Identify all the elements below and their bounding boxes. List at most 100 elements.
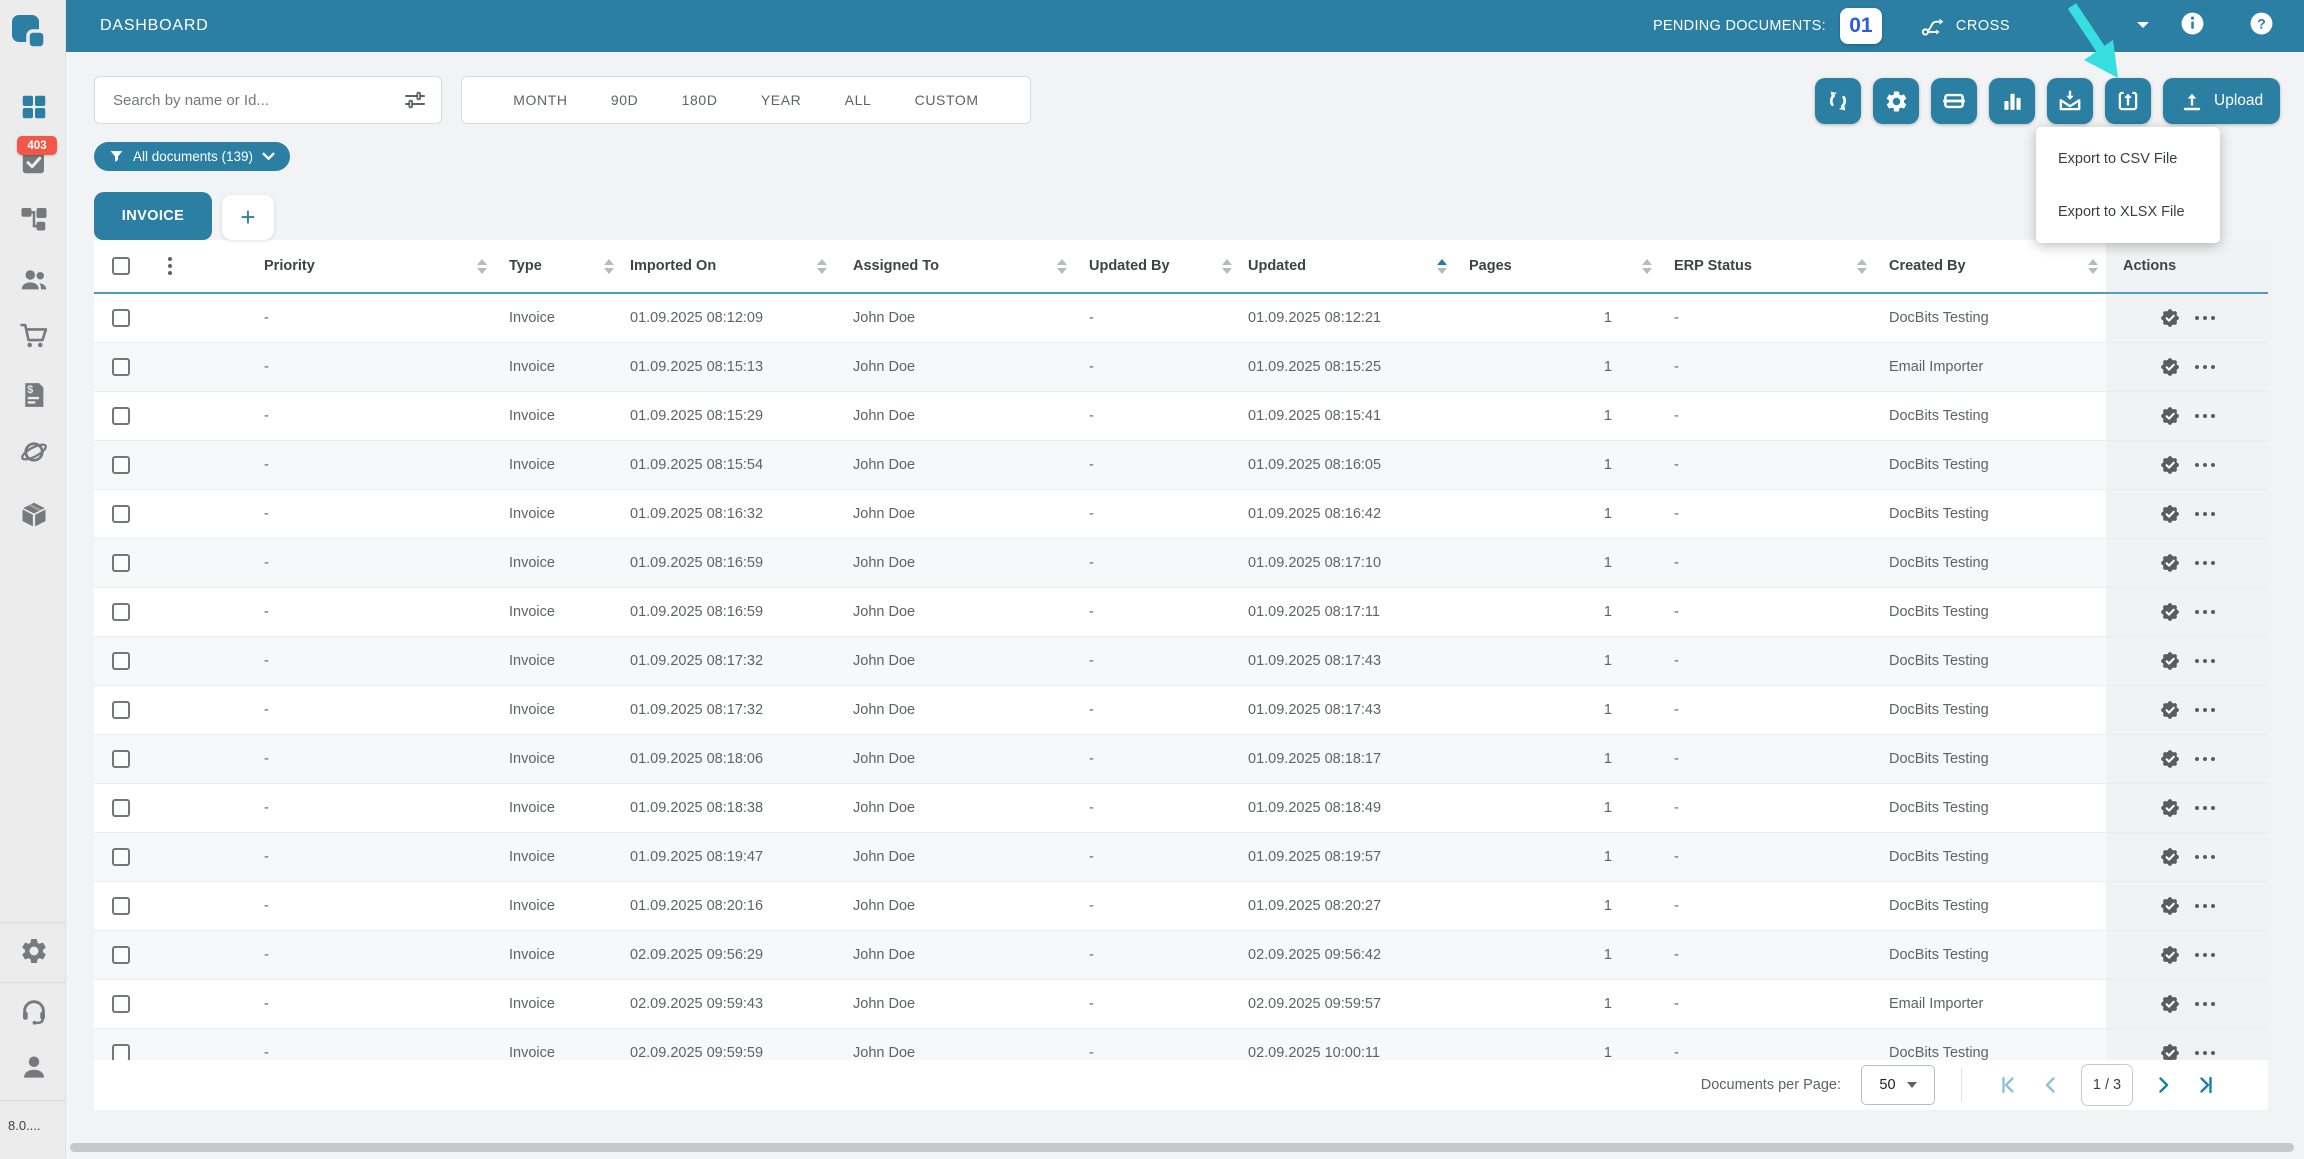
documents-filter-pill[interactable]: All documents (139) xyxy=(94,142,290,171)
row-checkbox[interactable] xyxy=(112,652,130,670)
row-checkbox[interactable] xyxy=(112,407,130,425)
column-header-priority[interactable]: Priority xyxy=(250,240,495,292)
verified-seal-icon[interactable] xyxy=(2159,454,2181,476)
tab-invoice[interactable]: INVOICE xyxy=(94,192,212,240)
analytics-button[interactable] xyxy=(1989,78,2035,124)
date-range-button[interactable]: YEAR xyxy=(761,92,802,108)
row-checkbox[interactable] xyxy=(112,799,130,817)
sidebar-item-workflow[interactable] xyxy=(19,203,49,233)
row-checkbox[interactable] xyxy=(112,897,130,915)
row-menu-icon[interactable] xyxy=(2195,855,2216,860)
prev-page-button[interactable] xyxy=(2039,1073,2063,1097)
table-row[interactable]: -Invoice02.09.2025 09:56:29John Doe-02.0… xyxy=(94,931,2268,980)
verified-seal-icon[interactable] xyxy=(2159,797,2181,819)
table-row[interactable]: -Invoice01.09.2025 08:20:16John Doe-01.0… xyxy=(94,882,2268,931)
date-range-button[interactable]: ALL xyxy=(845,92,872,108)
row-checkbox[interactable] xyxy=(112,701,130,719)
verified-seal-icon[interactable] xyxy=(2159,699,2181,721)
verified-seal-icon[interactable] xyxy=(2159,307,2181,329)
scan-button[interactable] xyxy=(1931,78,1977,124)
sidebar-item-support[interactable] xyxy=(19,996,49,1026)
row-menu-icon[interactable] xyxy=(2195,757,2216,762)
caret-down-icon[interactable] xyxy=(2136,17,2150,35)
brand-cross[interactable]: CROSS xyxy=(1920,13,2010,39)
table-row[interactable]: -Invoice01.09.2025 08:15:54John Doe-01.0… xyxy=(94,441,2268,490)
sort-icon[interactable] xyxy=(1222,259,1232,274)
help-icon[interactable]: ? xyxy=(2249,11,2274,41)
table-row[interactable]: -Invoice01.09.2025 08:15:29John Doe-01.0… xyxy=(94,392,2268,441)
row-menu-icon[interactable] xyxy=(2195,610,2216,615)
mail-download-button[interactable] xyxy=(2047,78,2093,124)
refresh-button[interactable] xyxy=(1815,78,1861,124)
verified-seal-icon[interactable] xyxy=(2159,503,2181,525)
table-row[interactable]: -Invoice01.09.2025 08:19:47John Doe-01.0… xyxy=(94,833,2268,882)
row-checkbox[interactable] xyxy=(112,505,130,523)
next-page-button[interactable] xyxy=(2151,1073,2175,1097)
columns-menu-icon[interactable] xyxy=(168,256,172,277)
export-button[interactable] xyxy=(2105,78,2151,124)
sidebar-item-network[interactable] xyxy=(19,437,49,467)
column-header-created[interactable]: Created By xyxy=(1875,240,2106,292)
table-row[interactable]: -Invoice01.09.2025 08:16:59John Doe-01.0… xyxy=(94,539,2268,588)
verified-seal-icon[interactable] xyxy=(2159,650,2181,672)
table-row[interactable]: -Invoice01.09.2025 08:18:06John Doe-01.0… xyxy=(94,735,2268,784)
row-checkbox[interactable] xyxy=(112,309,130,327)
row-menu-icon[interactable] xyxy=(2195,365,2216,370)
table-row[interactable]: -Invoice01.09.2025 08:16:32John Doe-01.0… xyxy=(94,490,2268,539)
table-row[interactable]: -Invoice01.09.2025 08:16:59John Doe-01.0… xyxy=(94,588,2268,637)
sort-icon[interactable] xyxy=(1437,259,1447,274)
export-menu-item[interactable]: Export to XLSX File xyxy=(2036,185,2220,238)
row-menu-icon[interactable] xyxy=(2195,953,2216,958)
add-tab-button[interactable]: + xyxy=(222,195,274,240)
table-row[interactable]: -Invoice01.09.2025 08:15:13John Doe-01.0… xyxy=(94,343,2268,392)
settings-button[interactable] xyxy=(1873,78,1919,124)
row-checkbox[interactable] xyxy=(112,848,130,866)
row-menu-icon[interactable] xyxy=(2195,904,2216,909)
verified-seal-icon[interactable] xyxy=(2159,601,2181,623)
sidebar-item-invoices[interactable]: $ xyxy=(19,380,49,410)
row-checkbox[interactable] xyxy=(112,358,130,376)
column-header-assigned[interactable]: Assigned To xyxy=(835,240,1075,292)
verified-seal-icon[interactable] xyxy=(2159,944,2181,966)
tune-icon[interactable] xyxy=(403,88,427,112)
row-checkbox[interactable] xyxy=(112,456,130,474)
row-menu-icon[interactable] xyxy=(2195,414,2216,419)
per-page-select[interactable]: 50 xyxy=(1861,1065,1935,1105)
column-header-erp[interactable]: ERP Status xyxy=(1660,240,1875,292)
date-range-button[interactable]: CUSTOM xyxy=(915,92,979,108)
select-all-checkbox[interactable] xyxy=(112,257,130,275)
sort-icon[interactable] xyxy=(1857,259,1867,274)
table-row[interactable]: -Invoice01.09.2025 08:17:32John Doe-01.0… xyxy=(94,637,2268,686)
row-menu-icon[interactable] xyxy=(2195,708,2216,713)
row-menu-icon[interactable] xyxy=(2195,1002,2216,1007)
info-icon[interactable] xyxy=(2180,11,2205,41)
verified-seal-icon[interactable] xyxy=(2159,895,2181,917)
export-menu-item[interactable]: Export to CSV File xyxy=(2036,132,2220,185)
first-page-button[interactable] xyxy=(1997,1073,2021,1097)
verified-seal-icon[interactable] xyxy=(2159,552,2181,574)
pending-count-badge[interactable]: 01 xyxy=(1840,8,1882,44)
search-input[interactable] xyxy=(111,91,403,110)
column-header-menu[interactable] xyxy=(158,240,250,292)
column-header-updated[interactable]: Updated xyxy=(1240,240,1455,292)
sidebar-item-packages[interactable] xyxy=(19,500,49,530)
sidebar-item-dashboard[interactable] xyxy=(19,92,49,122)
row-menu-icon[interactable] xyxy=(2195,806,2216,811)
verified-seal-icon[interactable] xyxy=(2159,993,2181,1015)
date-range-button[interactable]: MONTH xyxy=(513,92,567,108)
date-range-button[interactable]: 180D xyxy=(682,92,718,108)
table-row[interactable]: -Invoice01.09.2025 08:18:38John Doe-01.0… xyxy=(94,784,2268,833)
verified-seal-icon[interactable] xyxy=(2159,748,2181,770)
sidebar-item-users[interactable] xyxy=(19,265,49,295)
sidebar-item-purchases[interactable] xyxy=(19,320,49,350)
column-header-updatedby[interactable]: Updated By xyxy=(1075,240,1240,292)
column-header-pages[interactable]: Pages xyxy=(1455,240,1660,292)
sort-icon[interactable] xyxy=(2088,259,2098,274)
verified-seal-icon[interactable] xyxy=(2159,356,2181,378)
sort-icon[interactable] xyxy=(1057,259,1067,274)
row-menu-icon[interactable] xyxy=(2195,659,2216,664)
row-menu-icon[interactable] xyxy=(2195,316,2216,321)
row-checkbox[interactable] xyxy=(112,554,130,572)
row-menu-icon[interactable] xyxy=(2195,1051,2216,1056)
horizontal-scrollbar[interactable] xyxy=(70,1143,2294,1152)
